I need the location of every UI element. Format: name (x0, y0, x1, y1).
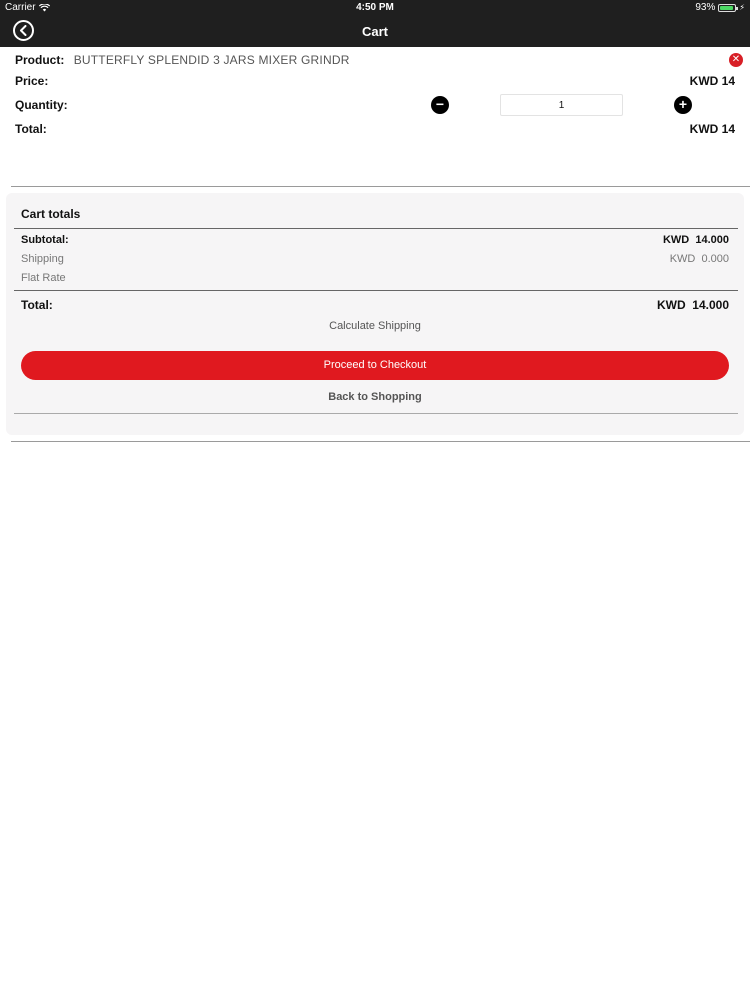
quantity-row: Quantity: (15, 98, 735, 116)
quantity-label: Quantity: (15, 98, 68, 112)
top-bar: Carrier 4:50 PM 93% ⚡ Cart (0, 0, 750, 47)
grand-total-row: Total: KWD 14.000 (21, 298, 729, 312)
product-name[interactable]: BUTTERFLY SPLENDID 3 JARS MIXER GRINDR (74, 53, 350, 67)
item-total-label: Total: (15, 122, 47, 136)
price-value: KWD 14 (689, 74, 735, 88)
subtotal-row: Subtotal: KWD 14.000 (21, 234, 729, 246)
grand-total-value: KWD 14.000 (656, 298, 729, 312)
cart-totals-title: Cart totals (21, 207, 81, 221)
price-row: Price: KWD 14 (15, 74, 735, 92)
status-time: 4:50 PM (356, 2, 394, 13)
flat-rate-row: Flat Rate (21, 272, 729, 284)
shipping-row: Shipping KWD 0.000 (21, 253, 729, 265)
quantity-input[interactable] (500, 94, 623, 116)
shipping-label: Shipping (21, 253, 64, 265)
quantity-increase-button[interactable]: + (674, 96, 692, 114)
proceed-to-checkout-button[interactable]: Proceed to Checkout (21, 351, 729, 380)
remove-x-icon: ✕ (731, 54, 741, 65)
minus-icon: − (435, 96, 445, 112)
plus-icon: + (678, 96, 688, 112)
subtotal-label: Subtotal: (21, 234, 69, 246)
totals-divider-mid (14, 290, 738, 291)
flat-rate-label: Flat Rate (21, 272, 66, 284)
product-label: Product: (15, 53, 65, 67)
page-divider-bottom (11, 441, 750, 442)
item-total-value: KWD 14 (689, 122, 735, 136)
product-row: Product: BUTTERFLY SPLENDID 3 JARS MIXER… (15, 53, 735, 71)
grand-total-label: Total: (21, 298, 53, 312)
battery-percent: 93% (695, 2, 716, 13)
page-title: Cart (361, 24, 388, 39)
item-divider (11, 186, 750, 187)
totals-divider-bottom (14, 413, 738, 414)
back-to-shopping-link[interactable]: Back to Shopping (6, 391, 744, 403)
remove-item-button[interactable]: ✕ (729, 53, 743, 67)
calculate-shipping-link[interactable]: Calculate Shipping (6, 320, 744, 332)
status-bar: Carrier 4:50 PM 93% ⚡ (0, 0, 750, 15)
shipping-value: KWD 0.000 (669, 253, 729, 265)
quantity-decrease-button[interactable]: − (431, 96, 449, 114)
cart-totals-panel: Cart totals Subtotal: KWD 14.000 Shippin… (6, 193, 744, 435)
price-label: Price: (15, 74, 49, 88)
battery-icon (718, 3, 739, 12)
totals-divider-top (14, 228, 738, 229)
cart-item: Product: BUTTERFLY SPLENDID 3 JARS MIXER… (0, 47, 750, 187)
total-row: Total: KWD 14 (15, 122, 735, 140)
battery-level (720, 5, 734, 10)
charging-bolt-icon: ⚡ (739, 3, 745, 12)
battery-info: 93% ⚡ (695, 2, 745, 13)
subtotal-value: KWD 14.000 (662, 234, 729, 246)
